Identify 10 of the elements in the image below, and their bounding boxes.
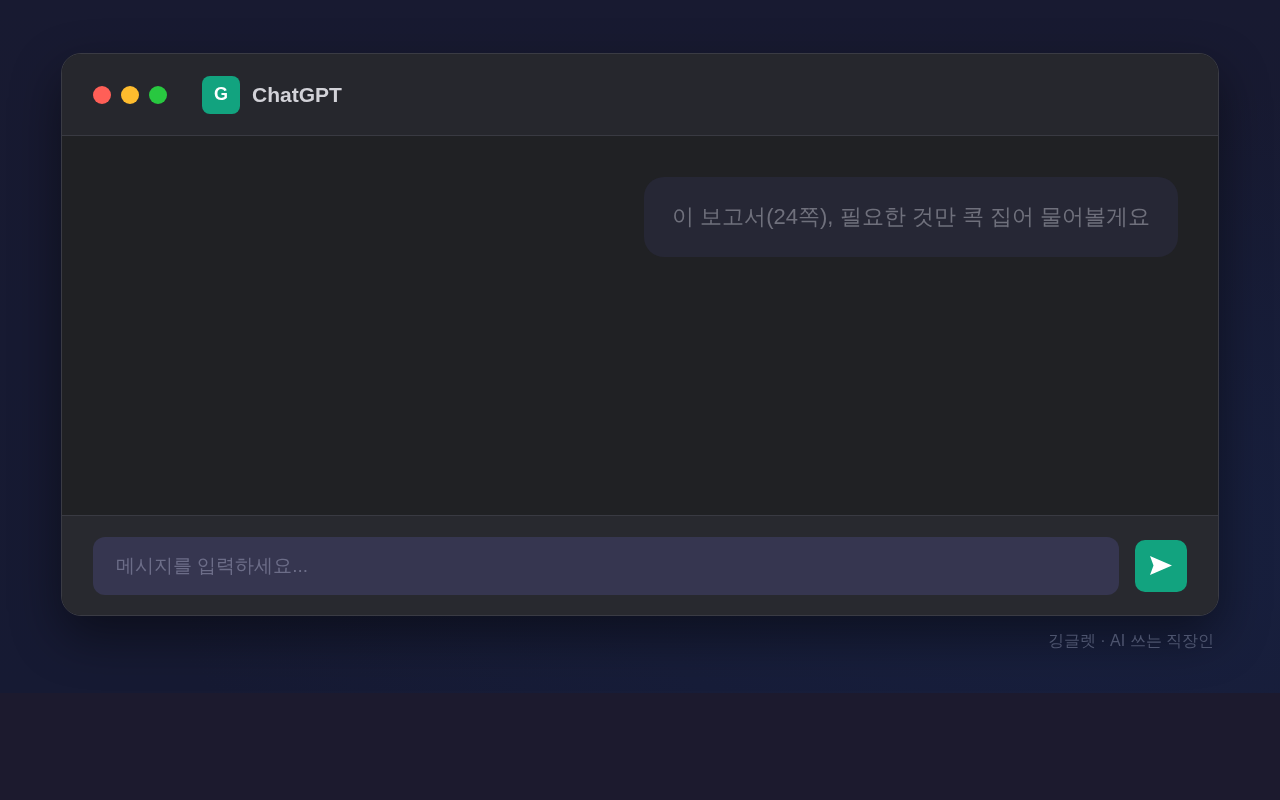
zoom-icon[interactable]: [149, 85, 167, 104]
send-icon: [1150, 556, 1172, 575]
minimize-icon[interactable]: [121, 85, 139, 104]
close-icon[interactable]: [93, 85, 111, 104]
credit-text: 깅글렛 · AI 쓰는 직장인: [1047, 631, 1214, 651]
message-input[interactable]: 메시지를 입력하세요...: [93, 536, 1119, 595]
message-bubble: 이 보고서(24쪽), 필요한 것만 콕 집어 물어볼게요: [644, 177, 1178, 257]
window-title: ChatGPT: [252, 82, 342, 107]
send-button[interactable]: [1135, 539, 1187, 592]
app-logo: G: [202, 75, 240, 114]
